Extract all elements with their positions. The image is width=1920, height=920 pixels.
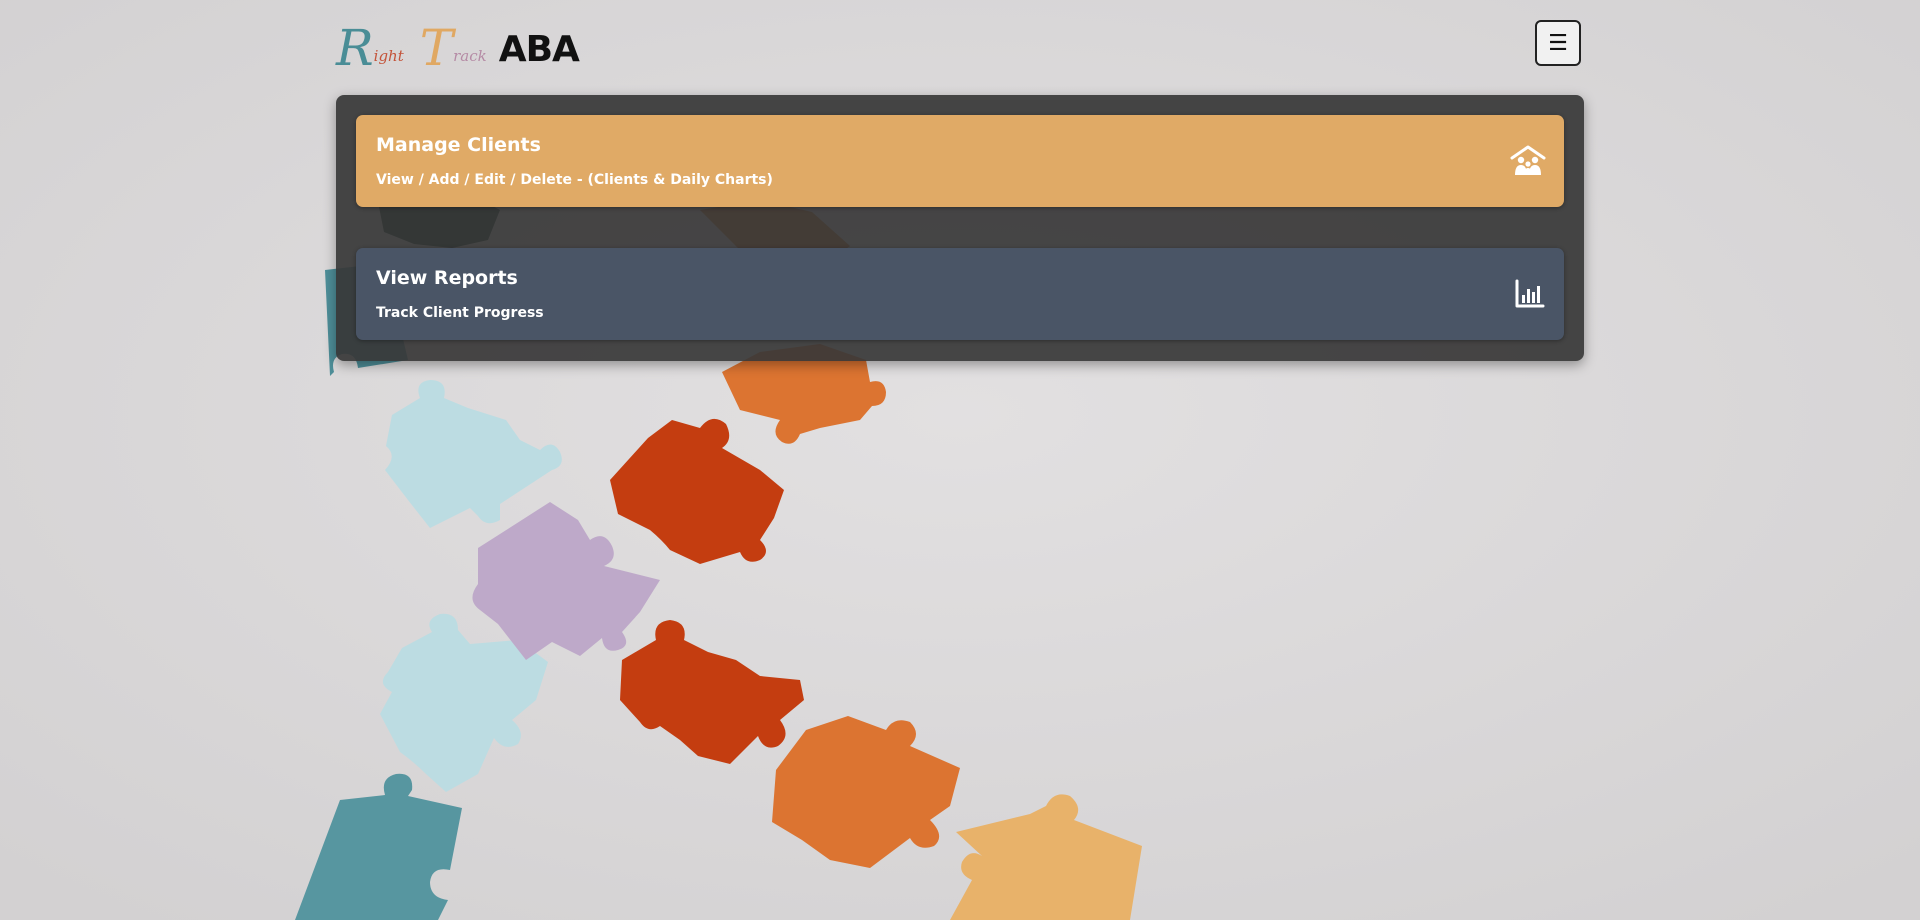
view-reports-card[interactable]: View Reports Track Client Progress	[356, 248, 1564, 340]
logo[interactable]: R ight T rack ABA	[336, 16, 580, 77]
logo-letter-r: R	[336, 19, 374, 77]
logo-letter-t: T	[419, 19, 454, 77]
card-title: View Reports	[376, 267, 518, 289]
page: R ight T rack ABA ☰ Manage Clients View …	[0, 0, 1920, 920]
family-home-icon	[1510, 145, 1546, 175]
logo-text-rack: rack	[453, 47, 487, 65]
bar-chart-icon	[1515, 279, 1545, 308]
dashboard-panel: Manage Clients View / Add / Edit / Delet…	[336, 95, 1584, 361]
card-title: Manage Clients	[376, 134, 541, 156]
header: R ight T rack ABA ☰	[336, 16, 1584, 76]
card-subtitle: Track Client Progress	[376, 305, 544, 321]
menu-button[interactable]: ☰	[1535, 20, 1581, 66]
hamburger-icon: ☰	[1548, 30, 1568, 56]
manage-clients-card[interactable]: Manage Clients View / Add / Edit / Delet…	[356, 115, 1564, 207]
logo-text-ight: ight	[373, 47, 404, 65]
card-subtitle: View / Add / Edit / Delete - (Clients & …	[376, 172, 773, 188]
logo-text-aba: ABA	[498, 29, 580, 70]
